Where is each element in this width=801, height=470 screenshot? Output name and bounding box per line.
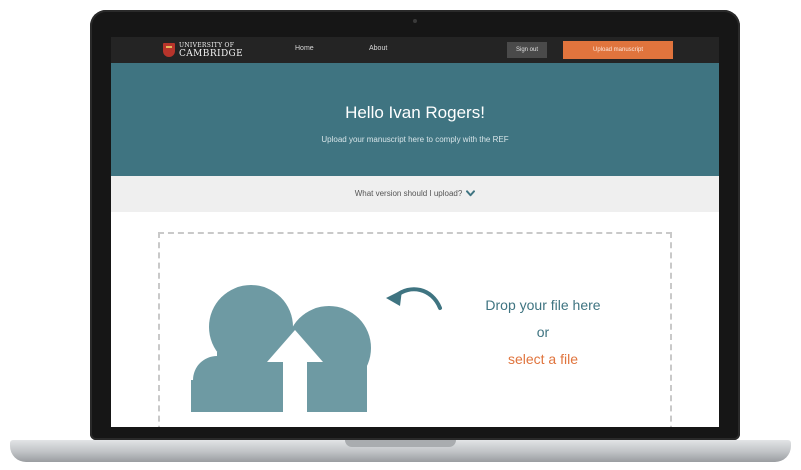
file-dropzone[interactable]: Drop your file here or select a file (158, 232, 672, 427)
version-help-label: What version should I upload? (354, 189, 463, 198)
version-help-bar: What version should I upload? (111, 176, 719, 212)
greeting-subtitle: Upload your manuscript here to comply wi… (321, 135, 509, 144)
or-label: or (536, 324, 550, 340)
upload-manuscript-button[interactable]: Upload manuscript (563, 41, 673, 59)
webcam (413, 19, 417, 23)
select-file-link[interactable]: select a file (452, 346, 634, 373)
navbar: UNIVERSITY OF CAMBRIDGE Home About Sign … (111, 37, 719, 63)
chevron-down-icon (466, 190, 476, 197)
version-help-toggle[interactable]: What version should I upload? (355, 189, 476, 198)
laptop-base (10, 440, 791, 462)
drop-file-label: Drop your file here (485, 297, 601, 313)
logo-line-1: UNIVERSITY OF (179, 41, 235, 49)
university-logo[interactable]: UNIVERSITY OF CAMBRIDGE (163, 41, 243, 59)
logo-wordmark: UNIVERSITY OF CAMBRIDGE (179, 42, 243, 59)
drop-instructions: Drop your file here or select a file (452, 292, 634, 373)
hero-banner: Hello Ivan Rogers! Upload your manuscrip… (111, 63, 719, 176)
cloud-upload-icon[interactable] (191, 282, 397, 412)
logo-line-2: CAMBRIDGE (179, 48, 244, 59)
greeting-title: Hello Ivan Rogers! (345, 103, 485, 122)
laptop-screen: UNIVERSITY OF CAMBRIDGE Home About Sign … (111, 37, 719, 427)
crest-icon (163, 43, 175, 57)
nav-about-link[interactable]: About (369, 45, 387, 52)
nav-home-link[interactable]: Home (295, 45, 314, 52)
curved-arrow-icon (386, 287, 442, 310)
laptop-lid: UNIVERSITY OF CAMBRIDGE Home About Sign … (90, 10, 740, 440)
sign-out-button[interactable]: Sign out (507, 42, 547, 58)
laptop-base-notch (345, 440, 456, 447)
